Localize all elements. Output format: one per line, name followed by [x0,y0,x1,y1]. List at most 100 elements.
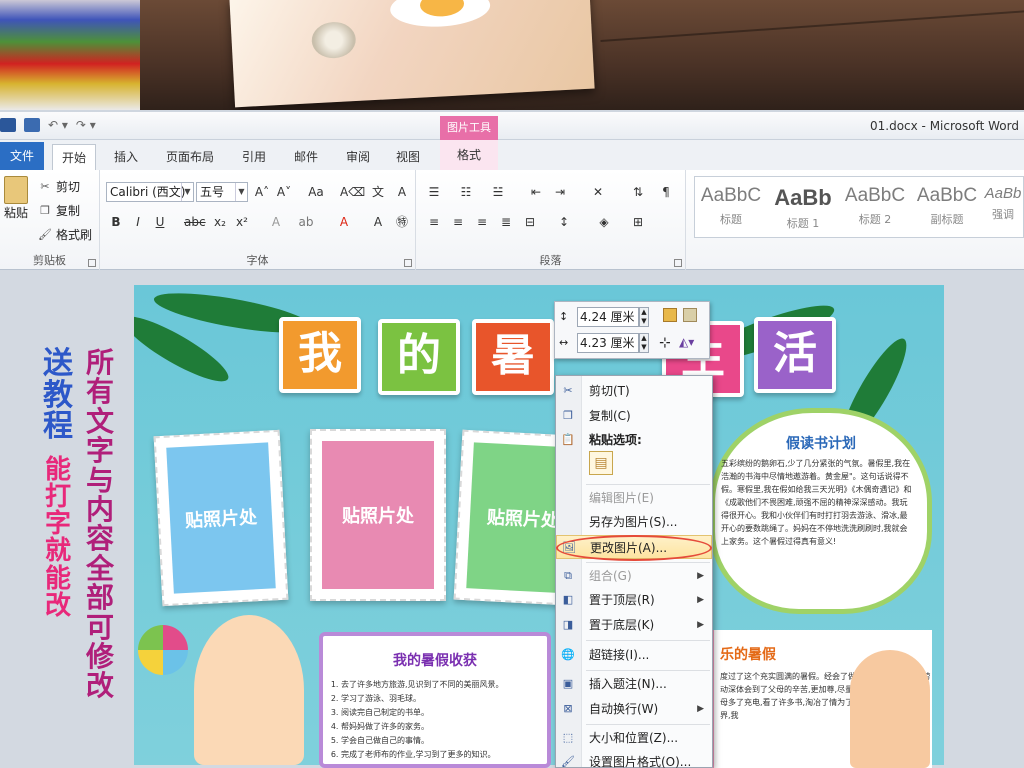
harvest-title: 我的暑假收获 [393,653,477,669]
width-spinner[interactable]: ▲ ▼ [639,333,649,353]
distributed-icon[interactable]: ⊟ [520,212,540,232]
phonetic-guide-icon[interactable]: 文 [368,182,388,202]
decrease-indent-icon[interactable]: ⇤ [526,182,546,202]
word-app-icon[interactable] [0,118,16,132]
wood-plank-line [600,10,1024,42]
send-backward-icon[interactable] [683,308,697,322]
align-center-icon[interactable]: ≡ [448,212,468,232]
menu-item-bring-to-front[interactable]: ◧ 置于顶层(R) ▶ [556,588,712,612]
menu-separator [586,484,710,485]
sort-icon[interactable]: ⇅ [628,182,648,202]
save-icon[interactable] [24,118,40,132]
bullets-icon[interactable]: ☰ [424,182,444,202]
tab-insert[interactable]: 插入 [108,144,144,170]
tab-page-layout[interactable]: 页面布局 [160,144,220,170]
menu-item-save-as-picture[interactable]: 另存为图片(S)... [556,510,712,534]
menu-item-format-picture[interactable]: 🖌 设置图片格式(O)... [556,750,712,768]
width-input[interactable]: 4.23 厘米 [577,333,639,353]
style-sample: AaBbC [844,185,906,206]
height-spinner[interactable]: ▲ ▼ [639,307,649,327]
height-input[interactable]: 4.24 厘米 [577,307,639,327]
style-emphasis[interactable]: AaBb 强调 [983,177,1023,237]
quick-access-toolbar: ↶ ▾ ↷ ▾ [0,118,96,132]
clipboard-dialog-launcher[interactable] [88,259,96,267]
bring-forward-icon[interactable] [663,308,677,322]
underline-icon[interactable]: U [150,212,170,232]
font-dialog-launcher[interactable] [404,259,412,267]
tab-mailings[interactable]: 邮件 [288,144,324,170]
show-marks-icon[interactable]: ¶ [656,182,676,202]
harvest-panel[interactable]: 我的暑假收获 去了许多地方旅游,见识到了不同的美丽风景。 学习了游泳、羽毛球。 … [319,632,551,768]
menu-item-label: 粘贴选项: [589,433,642,447]
enclose-char-icon[interactable]: ㊕ [392,212,412,232]
shading-icon[interactable]: ◈ [594,212,614,232]
redo-icon[interactable]: ↷ ▾ [76,118,96,132]
strikethrough-icon[interactable]: abc [184,212,206,232]
reading-plan-cloud[interactable]: 假读书计划 五彩缤纷的鹅卵石,少了几分紧张的气氛。暑假里,我在浩瀚的书海中尽情地… [710,408,932,614]
menu-item-label: 剪切(T) [589,384,630,398]
italic-icon[interactable]: I [128,212,148,232]
photo-placeholder: 贴照片处 [322,441,434,589]
text-effects-icon[interactable]: A [266,212,286,232]
align-left-icon[interactable]: ≡ [424,212,444,232]
tab-home[interactable]: 开始 [52,144,96,170]
menu-item-cut[interactable]: ✂ 剪切(T) [556,379,712,403]
menu-item-label: 插入题注(N)... [589,677,667,691]
paragraph-dialog-launcher[interactable] [674,259,682,267]
style-subtitle[interactable]: AaBbC 副标题 [911,177,983,237]
increase-indent-icon[interactable]: ⇥ [550,182,570,202]
style-title[interactable]: AaBbC 标题 [695,177,767,237]
crop-icon[interactable]: ⊹ [659,335,671,351]
shrink-font-icon[interactable]: A˅ [274,182,294,202]
tab-picture-format[interactable]: 格式 [440,140,498,170]
char-shading-icon[interactable]: A [368,212,388,232]
superscript-icon[interactable]: x² [232,212,252,232]
tab-references[interactable]: 引用 [236,144,272,170]
photo-frame-blue[interactable]: 贴照片处 [153,429,289,607]
menu-item-size-and-position[interactable]: ⬚ 大小和位置(Z)... [556,726,712,750]
align-right-icon[interactable]: ≡ [472,212,492,232]
paste-picture-option-icon[interactable]: ▤ [589,451,613,475]
clear-format-icon[interactable]: A⌫ [340,182,365,202]
menu-item-hyperlink[interactable]: 🌐 超链接(I)... [556,643,712,667]
picture-styles-icon[interactable]: ◭▾ [679,335,694,349]
style-heading-1[interactable]: AaBb 标题 1 [767,177,839,237]
ribbon: 粘贴 ✂ 剪切 ❐ 复制 🖌 格式刷 剪贴板 Calibri (西文) ▼ 五号… [0,170,1024,270]
list-item: 学会自己做自己的事情。 [341,734,547,748]
paste-icon: 📋 [561,433,575,446]
photo-frame-pink[interactable]: 贴照片处 [310,429,446,601]
format-painter-button[interactable]: 🖌 格式刷 [38,226,92,243]
menu-item-wrap-text[interactable]: ⊠ 自动换行(W) ▶ [556,697,712,721]
copy-button[interactable]: ❐ 复制 [38,202,80,219]
style-heading-2[interactable]: AaBbC 标题 2 [839,177,911,237]
highlight-icon[interactable]: ab [296,212,316,232]
subscript-icon[interactable]: x₂ [210,212,230,232]
font-color-icon[interactable]: A [334,212,354,232]
brush-icon: 🖌 [38,227,52,241]
chinese-layout-icon[interactable]: ✕ [588,182,608,202]
line-spacing-icon[interactable]: ↕ [554,212,574,232]
submenu-arrow-icon: ▶ [697,571,704,581]
menu-item-send-to-back[interactable]: ◨ 置于底层(K) ▶ [556,613,712,637]
printed-photo [229,0,595,108]
promo-tutorial-text: 送教程 [43,346,73,444]
tab-review[interactable]: 审阅 [340,144,376,170]
menu-item-copy[interactable]: ❐ 复制(C) [556,404,712,428]
char-border-icon[interactable]: A [392,182,412,202]
font-size-combo[interactable]: 五号 ▼ [196,182,248,202]
grow-font-icon[interactable]: A˄ [252,182,272,202]
paste-button[interactable]: 粘贴 [2,176,30,236]
tab-view[interactable]: 视图 [390,144,426,170]
numbering-icon[interactable]: ☷ [456,182,476,202]
multilevel-list-icon[interactable]: ☱ [488,182,508,202]
justify-icon[interactable]: ≣ [496,212,516,232]
cut-button[interactable]: ✂ 剪切 [38,178,80,195]
undo-icon[interactable]: ↶ ▾ [48,118,68,132]
menu-item-insert-caption[interactable]: ▣ 插入题注(N)... [556,672,712,696]
bold-icon[interactable]: B [106,212,126,232]
change-case-icon[interactable]: Aa [306,182,326,202]
borders-icon[interactable]: ⊞ [628,212,648,232]
clipboard-icon [4,176,28,204]
font-name-combo[interactable]: Calibri (西文) ▼ [106,182,194,202]
tab-file[interactable]: 文件 [0,142,44,170]
